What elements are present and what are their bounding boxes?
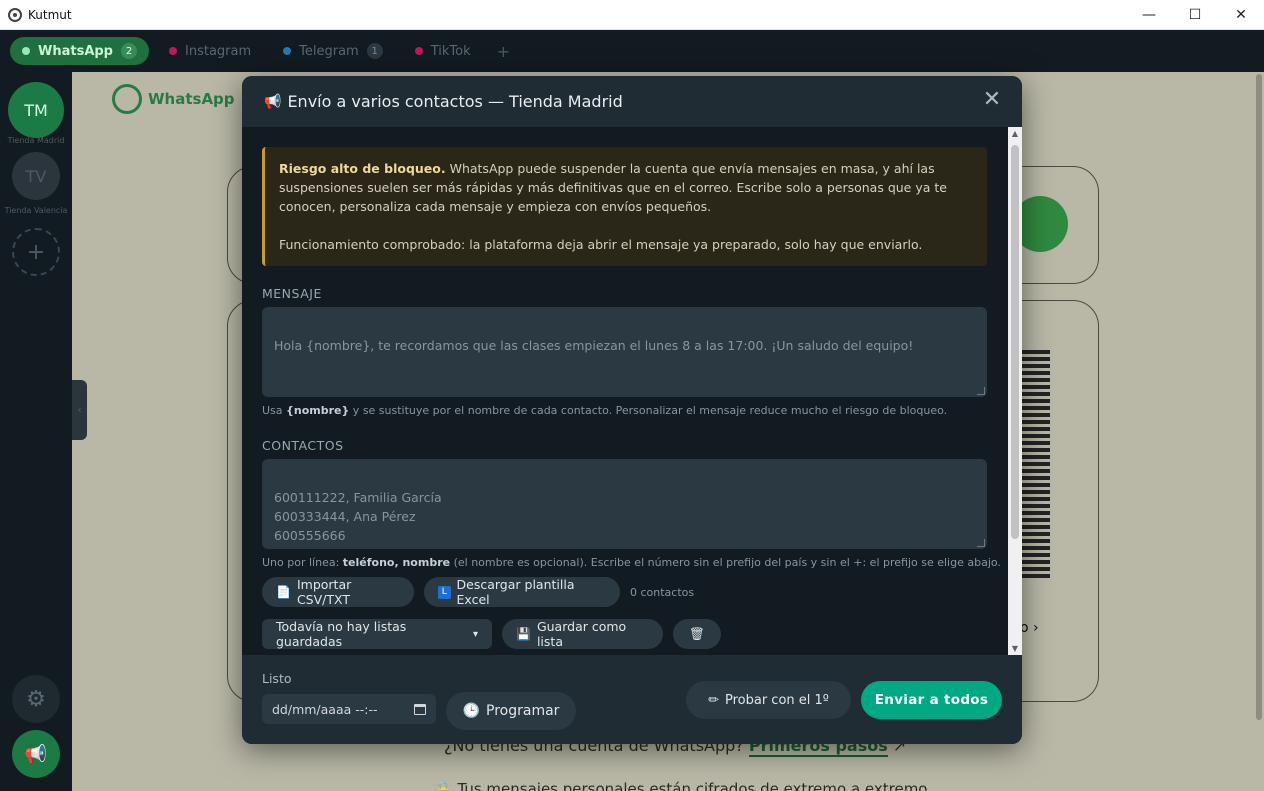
resize-grip-icon[interactable] — [977, 387, 985, 395]
accounts-sidebar: TM Tienda Madrid TV Tienda Valencia + ⚙ … — [0, 72, 72, 791]
background-scrollbar — [1256, 74, 1262, 720]
megaphone-icon: 📢 — [264, 93, 282, 110]
app-logo-icon — [8, 7, 22, 22]
message-textarea[interactable]: Hola {nombre}, te recordamos que las cla… — [262, 307, 987, 397]
contacts-count: 0 contactos — [630, 586, 695, 599]
pencil-icon: ✏ — [708, 692, 719, 708]
contacts-placeholder: 600111222, Familia García 600333444, Ana… — [274, 490, 442, 543]
message-placeholder: Hola {nombre}, te recordamos que las cla… — [274, 338, 914, 353]
scroll-down-icon[interactable]: ▼ — [1010, 644, 1020, 653]
account-avatar-tienda-valencia[interactable]: TV — [12, 152, 60, 200]
contacts-hint: Uno por línea: teléfono, nombre (el nomb… — [262, 556, 1001, 569]
background-link: o › — [1020, 620, 1039, 636]
status-dot-icon — [169, 47, 177, 55]
account-label: Tienda Valencia — [4, 206, 68, 215]
tab-tiktok[interactable]: TikTok — [403, 37, 483, 65]
account-avatar-tienda-madrid[interactable]: TM — [8, 82, 64, 138]
maximize-button[interactable]: ☐ — [1172, 0, 1218, 30]
save-list-button[interactable]: 💾 Guardar como lista — [502, 619, 663, 649]
modal-title: 📢 Envío a varios contactos — Tienda Madr… — [264, 92, 623, 111]
tab-badge: 1 — [366, 43, 383, 59]
tab-telegram[interactable]: Telegram 1 — [271, 37, 395, 65]
excel-icon: L — [438, 585, 451, 599]
send-all-button[interactable]: Enviar a todos — [861, 681, 1002, 719]
status-text: Listo — [262, 671, 292, 686]
tab-whatsapp[interactable]: WhatsApp 2 — [10, 37, 149, 65]
service-tab-bar: WhatsApp 2 Instagram Telegram 1 TikTok + — [0, 30, 1264, 72]
status-dot-icon — [22, 47, 30, 55]
clock-icon: 🕒 — [462, 703, 481, 719]
download-template-button[interactable]: L Descargar plantilla Excel — [424, 577, 620, 607]
close-modal-button[interactable]: ✕ — [982, 89, 1002, 111]
resize-grip-icon[interactable] — [977, 539, 985, 547]
status-dot-icon — [414, 47, 423, 55]
title-bar: Kutmut — ☐ ✕ — [0, 0, 1264, 30]
bulk-send-modal: 📢 Envío a varios contactos — Tienda Madr… — [242, 76, 1022, 744]
add-tab-button[interactable]: + — [497, 42, 510, 61]
tab-label: Instagram — [185, 43, 252, 59]
megaphone-icon: 📢 — [24, 743, 48, 765]
status-dot-icon — [283, 47, 292, 55]
import-csv-button[interactable]: 📄 Importar CSV/TXT — [262, 577, 414, 607]
modal-scrollbar[interactable]: ▲ ▼ — [1008, 127, 1022, 655]
tab-badge: 2 — [121, 43, 137, 59]
contacts-textarea[interactable]: 600111222, Familia García 600333444, Ana… — [262, 459, 987, 549]
schedule-button[interactable]: 🕒 Programar — [446, 692, 576, 730]
gear-icon: ⚙ — [26, 686, 46, 712]
whatsapp-logo: WhatsApp — [112, 84, 235, 114]
message-label: MENSAJE — [262, 286, 322, 301]
modal-body: Riesgo alto de bloqueo. WhatsApp puede s… — [242, 127, 1022, 655]
close-window-button[interactable]: ✕ — [1218, 0, 1264, 30]
plus-icon: + — [26, 239, 46, 265]
minimize-button[interactable]: — — [1126, 0, 1172, 30]
tab-label: TikTok — [430, 43, 471, 59]
broadcast-button[interactable]: 📢 — [12, 730, 60, 778]
trash-icon: 🗑 — [689, 626, 705, 641]
window-controls: — ☐ ✕ — [1126, 0, 1264, 30]
tab-instagram[interactable]: Instagram — [157, 37, 263, 65]
document-icon: 📄 — [276, 585, 291, 599]
floppy-disk-icon: 💾 — [516, 627, 531, 641]
chevron-down-icon: ▾ — [472, 628, 478, 640]
contacts-label: CONTACTOS — [262, 438, 344, 453]
schedule-datetime-input[interactable]: dd/mm/aaaa --:-- — [262, 694, 436, 724]
tab-label: Telegram — [299, 43, 359, 59]
test-first-button[interactable]: ✏ Probar con el 1º — [686, 681, 851, 719]
background-encryption-text: 🔒 Tus mensajes personales están cifrados… — [434, 780, 928, 791]
block-risk-warning: Riesgo alto de bloqueo. WhatsApp puede s… — [262, 147, 987, 266]
warning-title: Riesgo alto de bloqueo. — [279, 161, 446, 176]
message-hint: Usa {nombre} y se sustituye por el nombr… — [262, 404, 948, 417]
saved-lists-select[interactable]: Todavía no hay listas guardadas ▾ — [262, 619, 492, 649]
sidebar-collapse-handle[interactable]: ‹ — [72, 380, 87, 440]
warning-note: Funcionamiento comprobado: la plataforma… — [279, 237, 923, 252]
qr-code-icon — [1018, 348, 1050, 578]
whatsapp-logo-icon — [112, 84, 142, 114]
modal-header: 📢 Envío a varios contactos — Tienda Madr… — [242, 76, 1022, 127]
scrollbar-thumb[interactable] — [1011, 145, 1019, 539]
delete-list-button[interactable]: 🗑 — [673, 619, 721, 649]
window-title: Kutmut — [28, 7, 72, 22]
settings-button[interactable]: ⚙ — [12, 675, 60, 723]
account-label: Tienda Madrid — [7, 136, 65, 145]
calendar-icon[interactable] — [414, 703, 426, 715]
scroll-up-icon[interactable]: ▲ — [1010, 129, 1020, 138]
modal-footer: Listo dd/mm/aaaa --:-- 🕒 Programar ✏ Pro… — [242, 655, 1022, 744]
tab-label: WhatsApp — [38, 43, 113, 59]
add-account-button[interactable]: + — [12, 228, 60, 276]
